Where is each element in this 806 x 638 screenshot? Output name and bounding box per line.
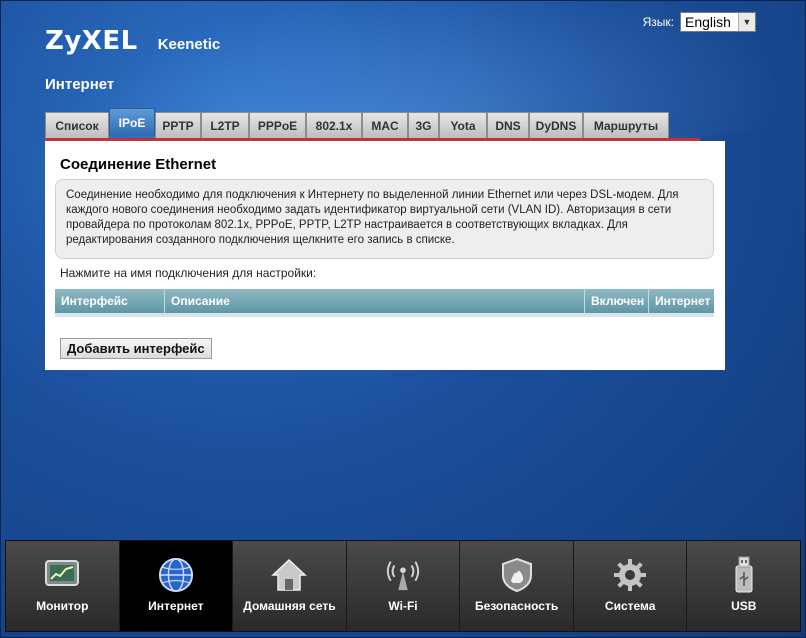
wifi-antenna-icon xyxy=(385,557,421,593)
add-interface-button[interactable]: Добавить интерфейс xyxy=(60,338,212,359)
nav-monitor[interactable]: Монитор xyxy=(6,541,120,631)
tab-yota[interactable]: Yota xyxy=(439,112,487,138)
tab-ipoe[interactable]: IPoE xyxy=(109,108,155,136)
nav-home-network[interactable]: Домашняя сеть xyxy=(233,541,347,631)
column-enabled[interactable]: Включен xyxy=(585,289,649,313)
nav-label: Монитор xyxy=(36,599,89,613)
tab-list[interactable]: Список xyxy=(45,112,109,138)
nav-system[interactable]: Система xyxy=(574,541,688,631)
monitor-icon xyxy=(44,557,80,593)
logo: ZyXEL Keenetic xyxy=(45,26,220,56)
nav-label: Интернет xyxy=(148,599,204,613)
page-title: Интернет xyxy=(45,76,115,93)
usb-icon xyxy=(726,556,762,593)
home-icon xyxy=(271,557,308,593)
gear-icon xyxy=(612,557,648,593)
tab-bar: Список IPoE PPTP L2TP PPPoE 802.1x MAC 3… xyxy=(45,108,669,138)
tab-routes[interactable]: Маршруты xyxy=(583,112,669,138)
bottom-nav: Монитор Интернет Домашняя сеть Wi-Fi Без… xyxy=(5,540,801,632)
language-selector: Язык: English ▼ xyxy=(643,12,756,32)
hint-text: Нажмите на имя подключения для настройки… xyxy=(60,266,317,280)
column-internet[interactable]: Интернет xyxy=(649,289,714,313)
tab-dns[interactable]: DNS xyxy=(487,112,529,138)
column-interface[interactable]: Интерфейс xyxy=(55,289,165,313)
shield-icon xyxy=(499,557,535,593)
language-select[interactable]: English ▼ xyxy=(680,12,756,32)
globe-icon xyxy=(158,557,194,593)
nav-label: Система xyxy=(604,599,656,613)
nav-label: USB xyxy=(731,599,757,613)
nav-label: Wi-Fi xyxy=(388,599,418,613)
nav-internet[interactable]: Интернет xyxy=(119,541,234,631)
tab-pppoe[interactable]: PPPoE xyxy=(249,112,306,138)
nav-label: Домашняя сеть xyxy=(243,599,336,613)
nav-label: Безопасность xyxy=(474,599,559,613)
language-selected: English xyxy=(685,14,731,30)
table-header: Интерфейс Описание Включен Интернет xyxy=(55,289,714,317)
chevron-down-icon: ▼ xyxy=(738,13,755,31)
tab-l2tp[interactable]: L2TP xyxy=(201,112,249,138)
interfaces-table: Интерфейс Описание Включен Интернет xyxy=(55,289,714,317)
column-description[interactable]: Описание xyxy=(165,289,585,313)
tab-pptp[interactable]: PPTP xyxy=(155,112,201,138)
nav-wifi[interactable]: Wi-Fi xyxy=(347,541,461,631)
nav-security[interactable]: Безопасность xyxy=(460,541,574,631)
brand-name: ZyXEL xyxy=(45,26,138,56)
tab-3g[interactable]: 3G xyxy=(408,112,439,138)
content-panel: Соединение Ethernet Соединение необходим… xyxy=(45,141,725,370)
tab-8021x[interactable]: 802.1x xyxy=(306,112,362,138)
tab-mac[interactable]: MAC xyxy=(362,112,408,138)
product-name: Keenetic xyxy=(157,36,221,53)
language-label: Язык: xyxy=(642,15,674,29)
tab-dydns[interactable]: DyDNS xyxy=(529,112,583,138)
panel-title: Соединение Ethernet xyxy=(60,156,217,173)
nav-usb[interactable]: USB xyxy=(687,541,800,631)
info-box: Соединение необходимо для подключения к … xyxy=(55,179,714,259)
